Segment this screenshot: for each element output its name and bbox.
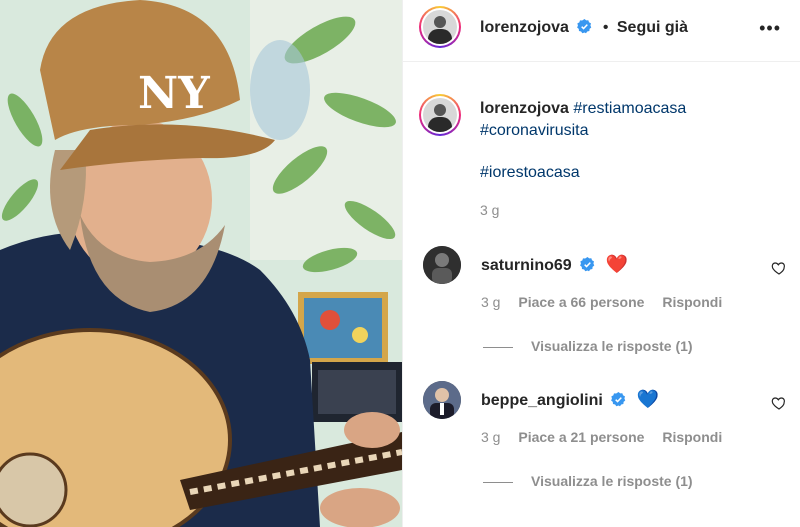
comment-line: beppe_angiolini 💙 [481, 389, 659, 410]
replies-divider [483, 346, 513, 348]
verified-badge-icon [611, 392, 626, 407]
view-replies-button[interactable]: Visualizza le risposte (1) [483, 473, 693, 489]
commenter-avatar[interactable] [423, 246, 461, 284]
post-header: lorenzojova • Segui già ••• [403, 0, 800, 62]
verified-badge-icon [577, 19, 592, 34]
svg-text:NY: NY [138, 68, 210, 119]
comment-text: 💙 [636, 389, 660, 410]
author-line: lorenzojova • Segui già [480, 19, 688, 37]
comment-likes[interactable]: Piace a 66 persone [518, 294, 644, 310]
caption-username[interactable]: lorenzojova [480, 100, 569, 117]
like-heart-icon[interactable] [771, 260, 787, 276]
commenter-avatar[interactable] [423, 381, 461, 419]
comment-timestamp[interactable]: 3 g [481, 429, 500, 445]
replies-divider [483, 481, 513, 483]
hashtag-link[interactable]: #restiamoacasa [573, 100, 686, 117]
like-heart-icon[interactable] [771, 395, 787, 411]
reply-button[interactable]: Rispondi [662, 429, 722, 445]
post-details-panel: lorenzojova • Segui già ••• lorenzojova … [402, 0, 800, 527]
author-username[interactable]: lorenzojova [480, 19, 569, 36]
follow-status-button[interactable]: Segui già [617, 19, 688, 36]
post-photo[interactable]: NY [0, 0, 402, 527]
caption-author-avatar[interactable] [419, 94, 461, 136]
comment-line: saturnino69 ❤️ [481, 254, 628, 275]
post-photo-illustration: NY [0, 0, 402, 527]
comment-timestamp[interactable]: 3 g [481, 294, 500, 310]
comment-meta: 3 g Piace a 66 persone Rispondi [481, 294, 736, 310]
view-replies-button[interactable]: Visualizza le risposte (1) [483, 338, 693, 354]
more-horizontal-icon[interactable]: ••• [759, 18, 781, 39]
hashtag-link[interactable]: #coronavirusita [480, 122, 589, 139]
commenter-username[interactable]: beppe_angiolini [481, 392, 603, 409]
caption-timestamp[interactable]: 3 g [480, 202, 499, 218]
view-replies-label: Visualizza le risposte (1) [531, 338, 693, 354]
separator-dot: • [602, 19, 609, 36]
comment-likes[interactable]: Piace a 21 persone [518, 429, 644, 445]
verified-badge-icon [580, 257, 595, 272]
comment-meta: 3 g Piace a 21 persone Rispondi [481, 429, 736, 445]
commenter-username[interactable]: saturnino69 [481, 257, 572, 274]
hashtag-link[interactable]: #iorestoacasa [480, 162, 780, 184]
commenter-avatar-image [423, 246, 461, 284]
reply-button[interactable]: Rispondi [662, 294, 722, 310]
author-avatar[interactable] [419, 6, 461, 48]
view-replies-label: Visualizza le risposte (1) [531, 473, 693, 489]
caption-text: lorenzojova #restiamoacasa #coronavirusi… [480, 98, 780, 184]
comment-text: ❤️ [605, 254, 629, 275]
commenter-avatar-image [423, 381, 461, 419]
